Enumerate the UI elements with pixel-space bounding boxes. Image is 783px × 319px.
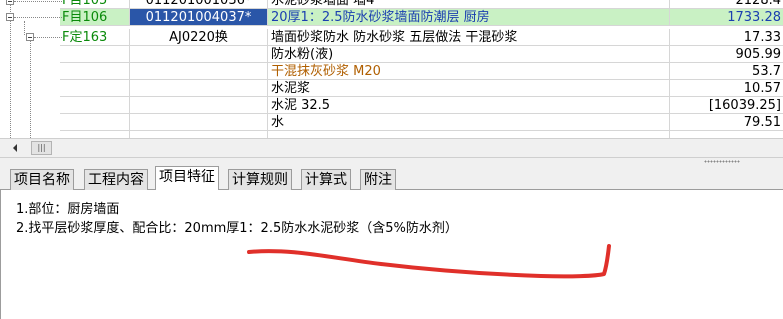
- row-number[interactable]: [130, 46, 268, 63]
- row-qty[interactable]: 79.51: [670, 114, 783, 131]
- row-code: F目106: [60, 9, 130, 26]
- collapse-icon[interactable]: [6, 0, 14, 5]
- tab-calc-formula[interactable]: 计算式: [301, 169, 351, 190]
- row-qty[interactable]: 905.99: [670, 46, 783, 63]
- table-row[interactable]: 水泥浆 10.57: [0, 80, 783, 97]
- row-number[interactable]: [130, 80, 268, 97]
- row-number[interactable]: 011201001036*: [130, 0, 268, 9]
- bill-grid: F目105 011201001036* 水泥砂浆墙面 墙4 2128.4 F目1…: [0, 0, 783, 138]
- row-qty[interactable]: 1733.28: [670, 9, 783, 26]
- row-number[interactable]: 011201004037*: [130, 9, 268, 26]
- row-number[interactable]: [130, 114, 268, 131]
- tab-work-content[interactable]: 工程内容: [84, 169, 148, 190]
- row-qty[interactable]: 10.57: [670, 80, 783, 97]
- table-row[interactable]: 防水粉(液) 905.99: [0, 46, 783, 63]
- grip-icon[interactable]: [704, 160, 740, 163]
- detail-tabs: 项目名称 工程内容 项目特征 计算规则 计算式 附注: [0, 166, 783, 190]
- table-row[interactable]: F目105 011201001036* 水泥砂浆墙面 墙4 2128.4: [0, 0, 783, 9]
- row-qty[interactable]: 53.7: [670, 63, 783, 80]
- panel-splitter[interactable]: [0, 158, 783, 166]
- row-code: [60, 97, 130, 114]
- table-row[interactable]: 水泥 32.5 [16039.25]: [0, 97, 783, 114]
- collapse-icon[interactable]: [26, 33, 34, 41]
- table-row[interactable]: [0, 131, 783, 138]
- row-name[interactable]: 墙面砂浆防水 防水砂浆 五层做法 干混砂浆: [268, 29, 670, 46]
- row-code: [60, 114, 130, 131]
- table-row[interactable]: 水 79.51: [0, 114, 783, 131]
- row-qty[interactable]: 17.33: [670, 29, 783, 46]
- row-code: [60, 46, 130, 63]
- scroll-left-icon[interactable]: [13, 144, 17, 152]
- table-row[interactable]: F定163 AJ0220换 墙面砂浆防水 防水砂浆 五层做法 干混砂浆 17.3…: [0, 29, 783, 46]
- row-name[interactable]: 水: [268, 114, 670, 131]
- collapse-icon[interactable]: [6, 13, 14, 21]
- row-qty[interactable]: 2128.4: [670, 0, 783, 9]
- row-code: [60, 80, 130, 97]
- red-scribble-annotation: [247, 244, 611, 279]
- table-row[interactable]: 干混抹灰砂浆 M20 53.7: [0, 63, 783, 80]
- row-name[interactable]: 水泥浆: [268, 80, 670, 97]
- row-code: F定163: [60, 29, 130, 46]
- row-code: [60, 63, 130, 80]
- row-name[interactable]: 水泥砂浆墙面 墙4: [268, 0, 670, 9]
- scrollbar-thumb[interactable]: |||: [31, 141, 52, 155]
- tab-project-name[interactable]: 项目名称: [10, 169, 74, 190]
- row-number[interactable]: [130, 63, 268, 80]
- row-number[interactable]: [130, 97, 268, 114]
- tab-project-features[interactable]: 项目特征: [155, 166, 219, 190]
- row-qty[interactable]: [16039.25]: [670, 97, 783, 114]
- table-row-selected[interactable]: F目106 011201004037* 20厚1：2.5防水砂浆墙面防潮层 厨房…: [0, 9, 783, 26]
- row-number[interactable]: AJ0220换: [130, 29, 268, 46]
- features-panel[interactable]: 1.部位：厨房墙面 2.找平层砂浆厚度、配合比：20mm厚1：2.5防水水泥砂浆…: [0, 190, 783, 319]
- tab-notes[interactable]: 附注: [360, 169, 396, 190]
- tab-calc-rules[interactable]: 计算规则: [228, 169, 292, 190]
- horizontal-scrollbar[interactable]: |||: [0, 138, 783, 158]
- row-name[interactable]: 防水粉(液): [268, 46, 670, 63]
- row-name[interactable]: 20厚1：2.5防水砂浆墙面防潮层 厨房: [268, 9, 670, 26]
- row-name[interactable]: 水泥 32.5: [268, 97, 670, 114]
- row-code: F目105: [60, 0, 130, 9]
- row-name[interactable]: 干混抹灰砂浆 M20: [268, 63, 670, 80]
